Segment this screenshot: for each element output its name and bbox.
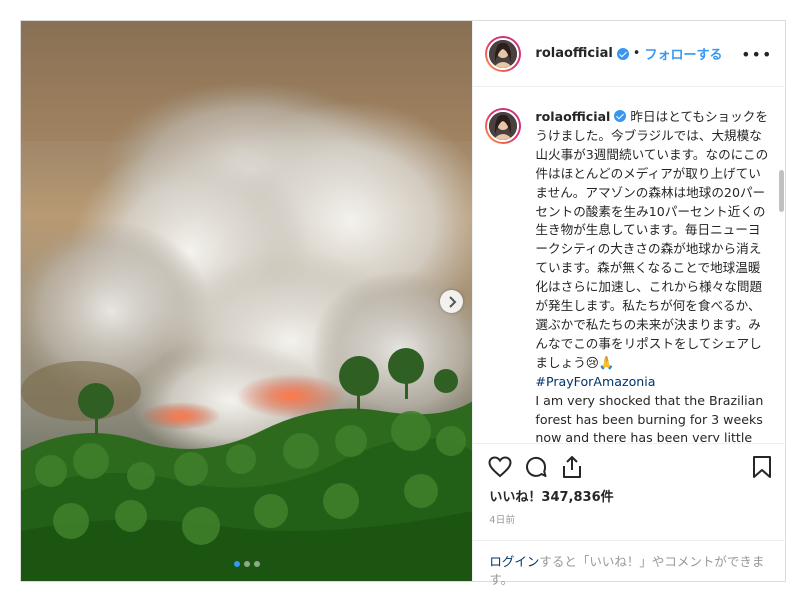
- comment-icon: [526, 456, 547, 477]
- more-options-icon[interactable]: •••: [741, 45, 772, 64]
- comment-button[interactable]: [523, 454, 549, 480]
- action-bar: いいね！347,836件 4日前 ログインすると「いいね！」やコメントができます…: [473, 443, 787, 587]
- amazon-fire-photo: [21, 21, 473, 581]
- caption-scrollbar[interactable]: [779, 170, 785, 212]
- verified-badge-icon: [614, 110, 627, 122]
- username[interactable]: rolaofficial: [535, 46, 612, 61]
- save-button[interactable]: [749, 454, 775, 480]
- chevron-right-icon: [448, 295, 456, 308]
- carousel-dot-1: [233, 561, 240, 567]
- post-sidebar: rolaofficial • フォローする ••• rolaofficial 昨…: [472, 21, 787, 587]
- follow-button[interactable]: フォローする: [644, 44, 722, 63]
- hashtag-link[interactable]: #PrayForAmazonia: [535, 373, 770, 392]
- carousel-dot-3: [253, 561, 260, 567]
- instagram-post: rolaofficial • フォローする ••• rolaofficial 昨…: [20, 20, 787, 587]
- next-slide-button[interactable]: [440, 290, 463, 313]
- bookmark-icon: [753, 456, 772, 478]
- caption-area[interactable]: rolaofficial 昨日はとてもショックをうけました。今ブラジルでは、大規…: [473, 88, 786, 442]
- caption-avatar[interactable]: [485, 108, 522, 144]
- verified-badge-icon: [616, 47, 629, 60]
- share-icon: [563, 456, 582, 478]
- heart-icon: [488, 456, 512, 478]
- caption-japanese: 昨日はとてもショックをうけました。今ブラジルでは、大規模な山火事が3週間続いてい…: [535, 109, 769, 370]
- login-link[interactable]: ログイン: [489, 554, 539, 569]
- caption-username[interactable]: rolaofficial: [535, 109, 610, 124]
- caption-english: I am very shocked that the Brazilian for…: [535, 392, 764, 442]
- carousel-indicator: [21, 561, 472, 567]
- login-prompt: ログインすると「いいね！」やコメントができます。: [473, 540, 787, 601]
- likes-count[interactable]: いいね！347,836件: [489, 486, 613, 505]
- post-header: rolaofficial • フォローする •••: [473, 21, 787, 87]
- caption-text: rolaofficial 昨日はとてもショックをうけました。今ブラジルでは、大規…: [535, 108, 770, 442]
- action-icons: [487, 454, 777, 482]
- like-button[interactable]: [487, 454, 513, 480]
- post-timestamp[interactable]: 4日前: [489, 512, 515, 526]
- caption-row: rolaofficial 昨日はとてもショックをうけました。今ブラジルでは、大規…: [473, 88, 786, 442]
- share-button[interactable]: [559, 454, 585, 480]
- post-photo[interactable]: [21, 21, 473, 581]
- separator: •: [632, 46, 641, 61]
- avatar[interactable]: [485, 35, 522, 72]
- carousel-dot-2: [243, 561, 250, 567]
